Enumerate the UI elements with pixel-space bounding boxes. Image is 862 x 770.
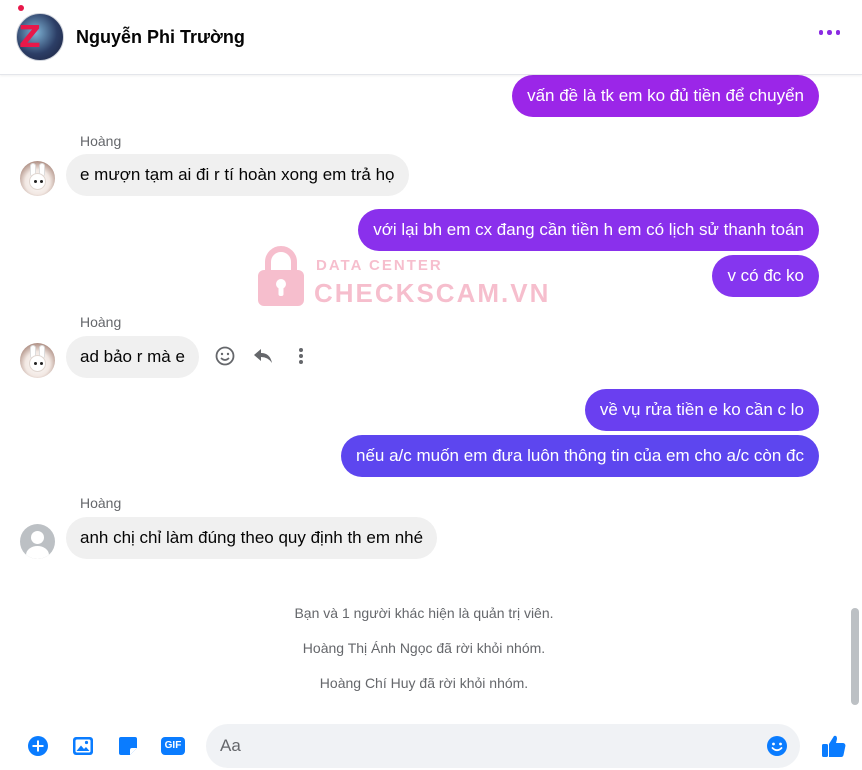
system-message: Hoàng Chí Huy đã rời khỏi nhóm. [319, 675, 529, 691]
incoming-message[interactable]: anh chị chỉ làm đúng theo quy định th em… [66, 517, 438, 559]
sender-name: Hoàng [80, 314, 122, 330]
gif-label: GIF [164, 740, 182, 751]
outgoing-message[interactable]: v có đc ko [712, 255, 819, 297]
message-input[interactable] [220, 724, 760, 768]
group-avatar[interactable]: Z [16, 13, 64, 61]
like-icon[interactable] [820, 732, 848, 760]
emoji-reaction-icon[interactable] [214, 345, 236, 367]
reply-icon[interactable] [252, 345, 274, 367]
conversation-name[interactable]: Nguyễn Phi Trường [76, 27, 245, 48]
sender-avatar[interactable] [20, 161, 55, 196]
plus-circle-icon[interactable] [26, 734, 50, 758]
sender-avatar[interactable] [20, 343, 55, 378]
composer: GIF [0, 712, 862, 770]
gif-icon[interactable]: GIF [160, 734, 186, 758]
more-vertical-icon[interactable] [290, 345, 312, 367]
sender-name: Hoàng [80, 495, 122, 511]
image-icon[interactable] [71, 734, 95, 758]
chat-header: Z Nguyễn Phi Trường [0, 0, 862, 75]
emoji-icon[interactable] [766, 735, 788, 757]
outgoing-message[interactable]: vấn đề là tk em ko đủ tiền để chuyển [512, 75, 819, 117]
outgoing-message[interactable]: nếu a/c muốn em đưa luôn thông tin của e… [341, 435, 819, 477]
sticker-icon[interactable] [116, 734, 140, 758]
sender-avatar[interactable] [20, 524, 55, 559]
more-options-icon[interactable] [818, 30, 840, 35]
sender-name: Hoàng [80, 133, 122, 149]
scrollbar[interactable] [848, 75, 862, 710]
message-input-box[interactable] [206, 724, 800, 768]
message-actions [214, 345, 312, 367]
system-message: Hoàng Thị Ánh Ngọc đã rời khỏi nhóm. [302, 640, 546, 656]
scroll-thumb[interactable] [851, 608, 859, 705]
incoming-message[interactable]: e mượn tạm ai đi r tí hoàn xong em trả h… [66, 154, 409, 196]
outgoing-message[interactable]: về vụ rửa tiền e ko cần c lo [584, 389, 819, 431]
message-list[interactable]: vấn đề là tk em ko đủ tiền để chuyển Hoà… [0, 75, 848, 710]
system-message: Bạn và 1 người khác hiện là quản trị viê… [294, 605, 554, 621]
outgoing-message[interactable]: với lại bh em cx đang cần tiền h em có l… [358, 209, 819, 251]
incoming-message[interactable]: ad bảo r mà e [66, 336, 199, 378]
notification-dot [18, 5, 24, 11]
